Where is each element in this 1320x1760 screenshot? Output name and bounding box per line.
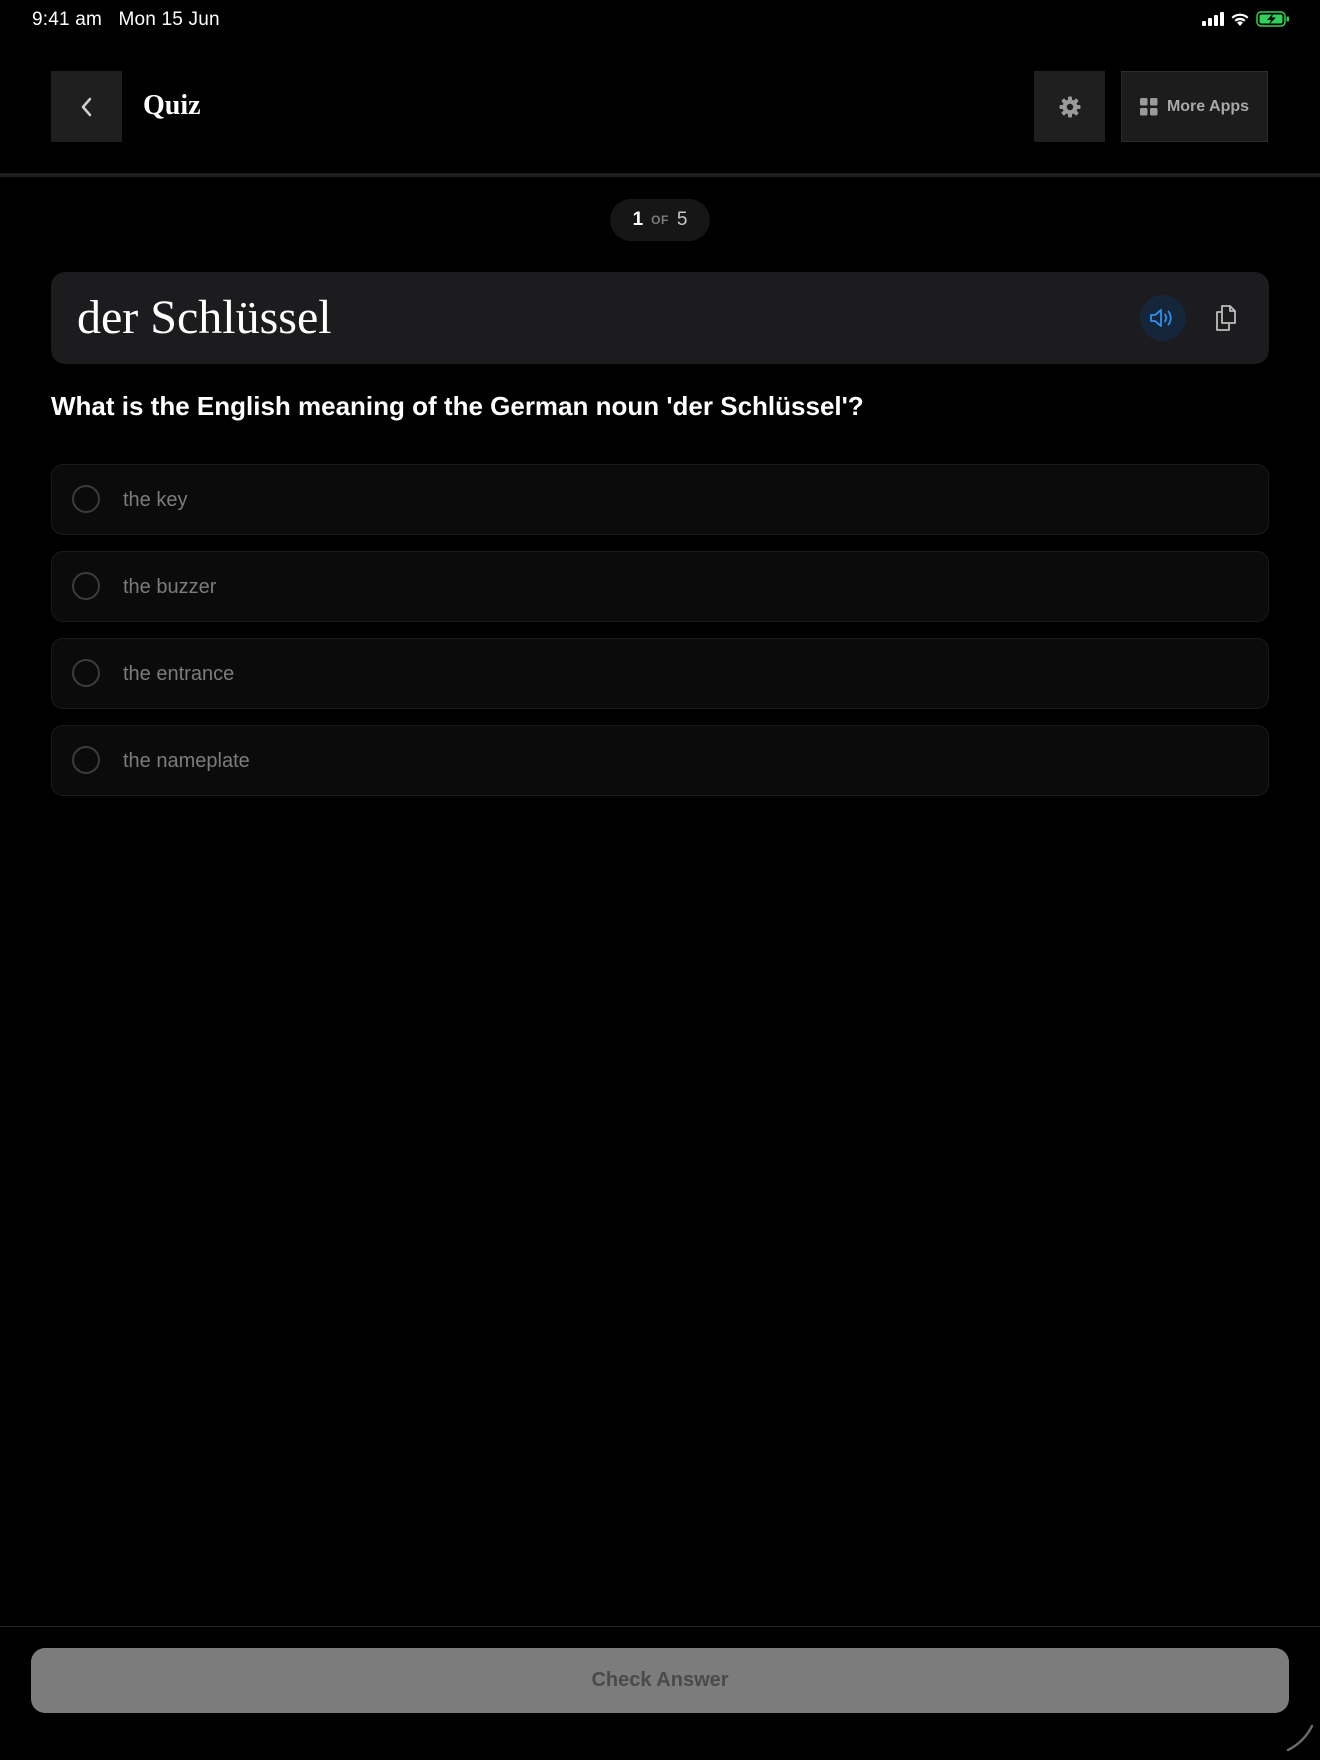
wifi-icon xyxy=(1231,13,1249,26)
more-apps-label: More Apps xyxy=(1166,97,1250,115)
option-the-buzzer[interactable]: the buzzer xyxy=(51,551,1269,622)
option-the-key[interactable]: the key xyxy=(51,464,1269,535)
radio-button[interactable] xyxy=(72,746,100,774)
word-text: der Schlüssel xyxy=(77,291,332,344)
option-the-entrance[interactable]: the entrance xyxy=(51,638,1269,709)
header-divider xyxy=(0,173,1320,177)
gear-icon xyxy=(1059,96,1080,117)
status-date-text: Mon 15 Jun xyxy=(118,9,220,30)
bottom-divider xyxy=(0,1626,1320,1627)
copy-icon xyxy=(1216,305,1236,331)
more-apps-button[interactable]: More Apps xyxy=(1121,71,1268,142)
word-card: der Schlüssel xyxy=(51,272,1269,364)
option-label: the buzzer xyxy=(123,576,217,598)
header: Quiz More Apps xyxy=(0,70,1320,148)
grid-icon xyxy=(1139,97,1158,115)
option-label: the nameplate xyxy=(123,750,250,772)
audio-button[interactable] xyxy=(1140,295,1186,341)
back-button[interactable] xyxy=(51,71,122,142)
status-bar: 9:41 am Mon 15 Jun xyxy=(0,0,1320,40)
settings-button[interactable] xyxy=(1034,71,1105,142)
cellular-signal-icon xyxy=(1202,12,1224,26)
status-time-text: 9:41 am xyxy=(32,9,103,30)
status-indicators xyxy=(1202,11,1290,27)
chevron-left-icon xyxy=(81,97,91,116)
radio-button[interactable] xyxy=(72,572,100,600)
battery-charging-icon xyxy=(1256,11,1289,27)
progress-indicator: 1 OF 5 xyxy=(610,199,710,241)
radio-button[interactable] xyxy=(72,659,100,687)
option-label: the key xyxy=(123,489,188,511)
check-answer-label: Check Answer xyxy=(591,1669,729,1691)
copy-button[interactable] xyxy=(1203,295,1249,341)
answer-options: the key the buzzer the entrance the name… xyxy=(51,464,1269,812)
question-text: What is the English meaning of the Germa… xyxy=(51,391,864,421)
check-answer-button[interactable]: Check Answer xyxy=(31,1648,1289,1713)
option-label: the entrance xyxy=(123,663,235,685)
progress-total: 5 xyxy=(676,209,688,230)
progress-current: 1 xyxy=(632,209,644,230)
option-the-nameplate[interactable]: the nameplate xyxy=(51,725,1269,796)
radio-button[interactable] xyxy=(72,485,100,513)
speaker-icon xyxy=(1150,309,1172,327)
resize-handle-icon xyxy=(1286,1724,1314,1752)
status-time: 9:41 am Mon 15 Jun xyxy=(32,9,220,31)
progress-of-label: OF xyxy=(651,213,669,227)
page-title: Quiz xyxy=(143,90,201,121)
